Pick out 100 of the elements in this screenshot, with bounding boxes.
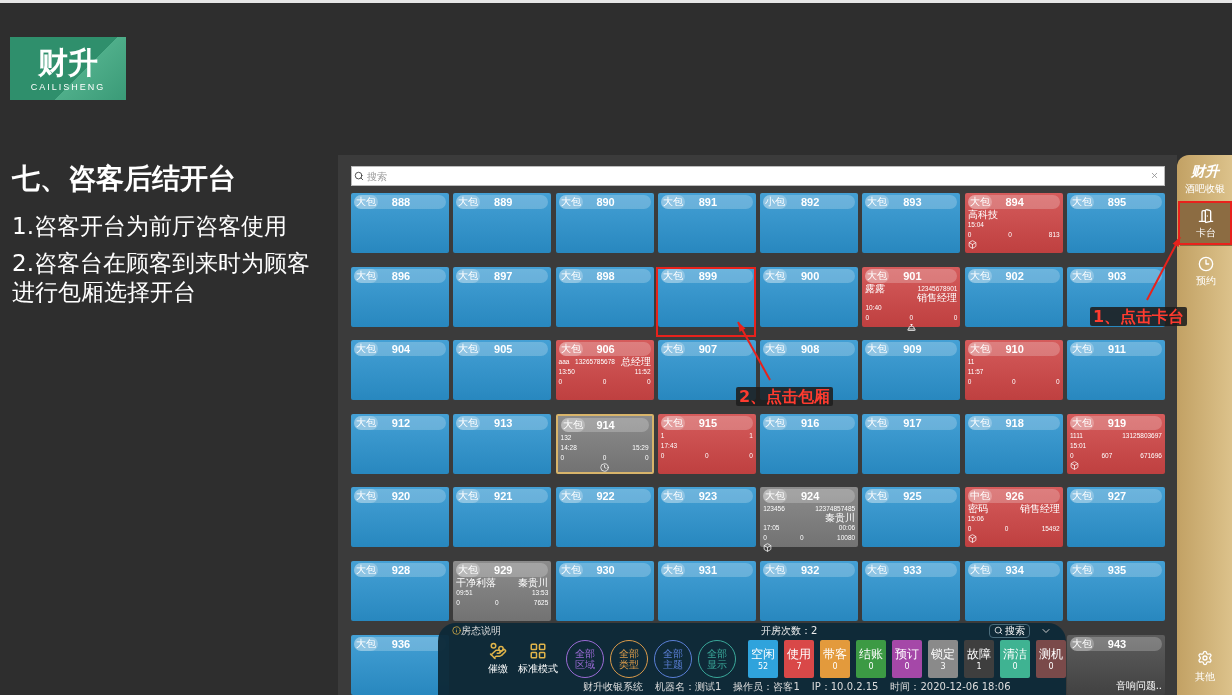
room-type: 大包 <box>660 342 685 357</box>
room-tile[interactable]: 大包 893 <box>862 193 961 253</box>
status-button[interactable]: 故障 1 <box>964 640 994 678</box>
room-tile[interactable]: 大包 930 <box>555 560 654 621</box>
status-text: 财升收银系统 <box>583 680 643 694</box>
annotation-text: 2、点击包厢 <box>736 387 834 406</box>
status-button[interactable]: 测机 0 <box>1036 640 1066 678</box>
room-tile[interactable]: 大包 928 <box>351 560 449 621</box>
room-tile[interactable]: 大包 889 <box>453 193 552 253</box>
room-tile[interactable]: 大包 933 <box>862 560 961 621</box>
room-info: 秦贵川 <box>825 513 856 523</box>
room-type: 大包 <box>456 562 481 577</box>
room-tile[interactable]: 大包 943 音响问题.. <box>1067 634 1165 695</box>
room-tile[interactable]: 大包 904 <box>351 340 449 401</box>
cube-icon <box>763 543 773 553</box>
status-button[interactable]: 带客 0 <box>820 640 850 678</box>
room-tile[interactable]: 大包 925 <box>862 487 961 548</box>
room-tile[interactable]: 大包 911 <box>1066 340 1165 401</box>
room-number: 889 <box>493 196 514 208</box>
annotation-arrow <box>1146 236 1181 301</box>
room-type: 大包 <box>763 268 788 283</box>
sidebar-item[interactable]: 其他 <box>1188 649 1221 685</box>
room-number: 912 <box>390 416 412 429</box>
room-tile[interactable]: 大包 917 <box>862 413 961 474</box>
room-type: 大包 <box>1069 489 1094 504</box>
status-button[interactable]: 预订 0 <box>892 640 922 678</box>
room-type: 大包 <box>1069 268 1094 283</box>
room-number: 894 <box>1004 196 1025 208</box>
room-tile[interactable]: 大包 927 <box>1066 487 1165 548</box>
clear-icon[interactable] <box>1150 171 1159 180</box>
room-tile[interactable]: 大包 905 <box>453 340 552 401</box>
room-tile[interactable]: 大包 898 <box>555 266 654 327</box>
room-tile[interactable]: 大包 909 <box>862 340 961 401</box>
status-button[interactable]: 结账 0 <box>856 640 886 678</box>
room-number: 930 <box>595 563 616 576</box>
status-button[interactable]: 锁定 3 <box>928 640 958 678</box>
room-number: 914 <box>595 418 616 431</box>
room-type: 大包 <box>558 268 583 283</box>
room-number: 900 <box>799 269 821 282</box>
grid-icon <box>529 642 547 660</box>
room-tile[interactable]: 大包 913 <box>453 413 552 474</box>
room-tile[interactable]: 大包 895 <box>1066 193 1165 253</box>
status-button[interactable]: 使用 7 <box>784 640 814 678</box>
room-tile[interactable]: 大包 899 <box>657 266 756 327</box>
room-tile[interactable]: 大包 934 <box>964 560 1063 621</box>
search-button[interactable]: 搜索 <box>989 623 1030 638</box>
room-type: 大包 <box>1069 195 1094 209</box>
search-field[interactable]: 搜索 <box>351 166 1165 186</box>
settings-icon <box>1196 650 1213 666</box>
room-type: 大包 <box>354 636 378 651</box>
room-tile[interactable]: 大包 918 <box>964 413 1063 474</box>
room-number: 895 <box>1106 196 1128 208</box>
room-tile[interactable]: 大包 900 <box>760 266 859 327</box>
bell-icon <box>906 322 916 332</box>
room-number: 943 <box>1106 637 1128 650</box>
legend-link[interactable]: 房态说明 <box>461 623 501 638</box>
room-tile[interactable]: 大包 896 <box>351 266 449 327</box>
status-text: IP：10.0.2.15 <box>811 680 879 694</box>
tool-button[interactable]: 标准模式 <box>516 642 560 676</box>
room-tile[interactable]: 小包 892 <box>760 193 859 253</box>
status-button[interactable]: 空闲 52 <box>748 640 778 678</box>
room-tile[interactable]: 大包 932 <box>760 560 859 621</box>
room-type: 大包 <box>354 195 378 209</box>
room-number: 901 <box>902 269 923 282</box>
room-tile[interactable]: 大包 916 <box>760 413 859 474</box>
cube-icon <box>967 240 977 249</box>
room-tile[interactable]: 大包 888 <box>351 193 449 253</box>
room-tile[interactable]: 大包 923 <box>657 487 756 548</box>
status-button[interactable]: 清洁 0 <box>1000 640 1030 678</box>
room-tile[interactable]: 大包 902 <box>964 266 1063 327</box>
room-number: 893 <box>902 196 923 208</box>
search-icon <box>994 626 1003 635</box>
room-type: 大包 <box>967 195 992 209</box>
room-tile[interactable]: 大包 912 <box>351 413 449 474</box>
room-tile[interactable]: 大包 922 <box>555 487 654 548</box>
tool-button[interactable]: 催缴 <box>486 642 510 676</box>
room-tile[interactable]: 大包 890 <box>555 193 654 253</box>
room-type: 大包 <box>865 195 890 209</box>
room-type: 大包 <box>967 268 992 283</box>
room-type: 大包 <box>660 268 685 283</box>
room-number: 934 <box>1004 563 1025 576</box>
open-count: 开房次数：2 <box>761 623 818 638</box>
room-tile[interactable]: 大包 931 <box>657 560 756 621</box>
room-tile[interactable]: 大包 920 <box>351 487 449 548</box>
room-tile[interactable]: 大包 935 <box>1066 560 1165 621</box>
logo-mark: 财升 <box>38 45 98 80</box>
room-type: 大包 <box>763 415 788 430</box>
search-icon <box>354 171 364 181</box>
room-type: 大包 <box>660 415 685 430</box>
room-number: 925 <box>902 490 923 503</box>
room-type: 大包 <box>456 415 481 430</box>
sidebar-item[interactable]: 预约 <box>1179 250 1232 294</box>
room-tile[interactable]: 大包 897 <box>453 266 552 327</box>
hand-coins-icon <box>489 642 507 660</box>
room-type: 大包 <box>456 342 481 357</box>
room-tile[interactable]: 大包 891 <box>657 193 756 253</box>
room-number: 898 <box>595 269 616 282</box>
room-type: 大包 <box>763 562 788 577</box>
room-tile[interactable]: 大包 921 <box>453 487 552 548</box>
brand-subtitle: 酒吧收银 <box>1184 182 1225 196</box>
